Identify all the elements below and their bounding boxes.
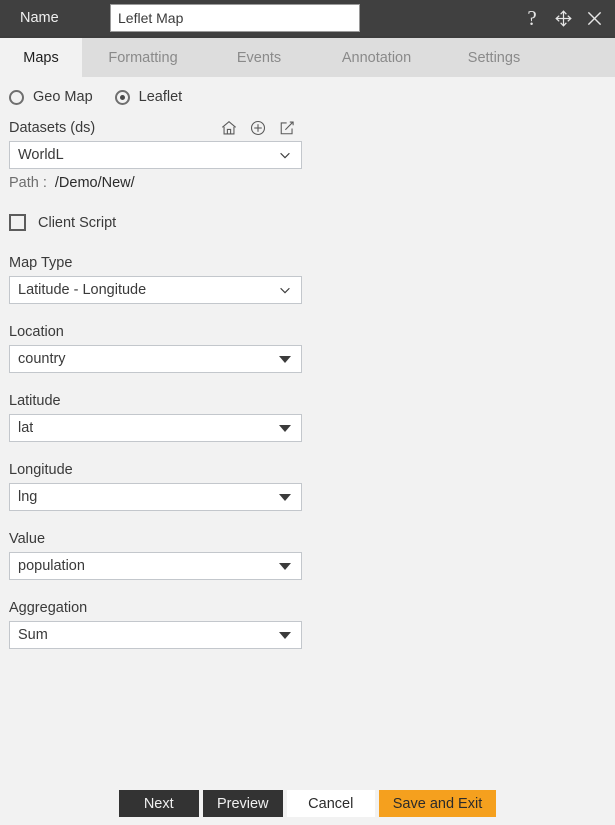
footer-button-bar: Next Preview Cancel Save and Exit xyxy=(0,790,615,817)
location-select-value: country xyxy=(18,351,66,367)
dataset-path-value: /Demo/New/ xyxy=(54,175,135,191)
tab-formatting-label: Formatting xyxy=(108,49,178,66)
next-button[interactable]: Next xyxy=(118,790,199,817)
close-x-icon[interactable] xyxy=(583,7,605,29)
field-aggregation: Aggregation Sum xyxy=(0,600,615,649)
client-script-label: Client Script xyxy=(38,214,117,231)
caret-down-icon xyxy=(279,494,291,501)
radio-leaflet-indicator xyxy=(114,89,130,105)
dataset-path-label: Path : xyxy=(9,175,47,191)
field-latitude: Latitude lat xyxy=(0,393,615,442)
tab-settings[interactable]: Settings xyxy=(439,38,549,77)
dataset-path: Path : /Demo/New/ xyxy=(9,175,615,191)
field-location: Location country xyxy=(0,324,615,373)
radio-geo-map-label: Geo Map xyxy=(33,89,93,105)
tab-events[interactable]: Events xyxy=(204,38,314,77)
edit-square-icon[interactable] xyxy=(278,119,296,137)
value-select[interactable]: population xyxy=(9,552,302,580)
map-type-select-value: Latitude - Longitude xyxy=(18,282,147,298)
chevron-down-icon xyxy=(278,148,292,162)
field-longitude: Longitude lng xyxy=(0,462,615,511)
longitude-select[interactable]: lng xyxy=(9,483,302,511)
name-label: Name xyxy=(20,10,59,26)
caret-down-icon xyxy=(279,425,291,432)
value-label: Value xyxy=(9,531,46,547)
caret-down-icon xyxy=(279,356,291,363)
help-icon[interactable]: ? xyxy=(521,7,543,29)
datasets-header: Datasets (ds) xyxy=(9,119,301,137)
latitude-select-value: lat xyxy=(18,420,34,436)
field-value: Value population xyxy=(0,531,615,580)
tab-events-label: Events xyxy=(236,49,282,66)
aggregation-label: Aggregation xyxy=(9,600,88,616)
field-map-type: Map Type Latitude - Longitude xyxy=(0,255,615,304)
tab-annotation-label: Annotation xyxy=(341,49,412,66)
plus-circle-icon[interactable] xyxy=(249,119,267,137)
name-input[interactable] xyxy=(110,4,360,32)
window-titlebar: Name ? xyxy=(0,0,615,36)
radio-leaflet[interactable]: Leaflet xyxy=(114,89,183,105)
tab-bar: Maps Formatting Events Annotation Settin… xyxy=(0,36,615,77)
aggregation-select-value: Sum xyxy=(18,627,48,643)
cancel-button[interactable]: Cancel xyxy=(286,790,375,817)
location-label: Location xyxy=(9,324,64,340)
caret-down-icon xyxy=(279,632,291,639)
tab-settings-label: Settings xyxy=(467,49,521,66)
aggregation-select[interactable]: Sum xyxy=(9,621,302,649)
radio-geo-map-indicator xyxy=(9,89,24,105)
longitude-select-value: lng xyxy=(18,489,38,505)
datasets-label: Datasets (ds) xyxy=(9,120,96,136)
value-select-value: population xyxy=(18,558,85,574)
datasets-actions xyxy=(220,119,301,137)
map-type-label: Map Type xyxy=(9,255,73,271)
tab-maps[interactable]: Maps xyxy=(0,38,82,77)
chevron-down-icon xyxy=(278,283,292,297)
location-select[interactable]: country xyxy=(9,345,302,373)
map-source-radio-group: Geo Map Leaflet xyxy=(0,77,615,105)
datasets-select-value: WorldL xyxy=(18,147,64,163)
save-and-exit-button[interactable]: Save and Exit xyxy=(378,790,497,817)
longitude-label: Longitude xyxy=(9,462,73,478)
tab-maps-label: Maps xyxy=(23,49,59,66)
datasets-select[interactable]: WorldL xyxy=(9,141,302,169)
map-type-select[interactable]: Latitude - Longitude xyxy=(9,276,302,304)
client-script-checkbox[interactable]: Client Script xyxy=(9,214,615,231)
maps-form-panel: Geo Map Leaflet Datasets (ds) WorldL Pat… xyxy=(0,77,615,825)
tab-formatting[interactable]: Formatting xyxy=(82,38,204,77)
radio-leaflet-label: Leaflet xyxy=(138,89,183,105)
latitude-label: Latitude xyxy=(9,393,61,409)
home-icon[interactable] xyxy=(220,119,238,137)
preview-button[interactable]: Preview xyxy=(202,790,283,817)
window-controls: ? xyxy=(521,0,605,36)
latitude-select[interactable]: lat xyxy=(9,414,302,442)
client-script-checkbox-box xyxy=(9,214,26,231)
tab-annotation[interactable]: Annotation xyxy=(314,38,439,77)
caret-down-icon xyxy=(279,563,291,570)
radio-geo-map[interactable]: Geo Map xyxy=(9,89,93,105)
move-arrows-icon[interactable] xyxy=(552,7,574,29)
